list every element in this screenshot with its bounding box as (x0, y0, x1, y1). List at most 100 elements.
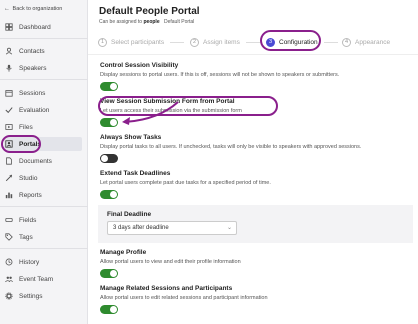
sidebar-item-documents[interactable]: Documents (4, 154, 82, 168)
configuration-highlight-annotation (260, 30, 321, 51)
final-deadline-label: Final Deadline (107, 211, 152, 218)
sidebar-item-label: Settings (19, 292, 43, 300)
back-link-label: Back to organization (12, 6, 63, 12)
setting-title: Manage Profile (100, 249, 147, 256)
setting-title: Manage Related Sessions and Participants (100, 285, 233, 292)
setting-description: Let portal users complete past due tasks… (100, 180, 271, 186)
subtitle-entity: people (143, 19, 160, 25)
setting-title: Extend Task Deadlines (100, 170, 171, 177)
setting-description: Allow portal users to view and edit thei… (100, 259, 241, 265)
toggle-knob (110, 191, 117, 198)
sidebar-item-label: Reports (19, 191, 42, 199)
sidebar-item-label: Speakers (19, 64, 47, 72)
sidebar-item-label: Evaluation (19, 106, 50, 114)
sidebar-item-tags[interactable]: Tags (4, 230, 82, 244)
sidebar-item-speakers[interactable]: Speakers (4, 61, 82, 75)
view-submission-form-toggle[interactable] (100, 118, 118, 127)
sidebar-item-label: Dashboard (19, 23, 51, 31)
gear-icon (4, 291, 14, 301)
sidebar-item-label: Documents (19, 157, 52, 165)
toggle-knob (110, 306, 117, 313)
studio-icon (4, 173, 14, 183)
event-team-icon (4, 274, 14, 284)
manage-related-sessions-toggle[interactable] (100, 305, 118, 314)
chevron-down-icon: ⌄ (226, 225, 232, 231)
sidebar-item-history[interactable]: History (4, 255, 82, 269)
annotation-arrow-icon (122, 101, 179, 125)
dashboard-icon (4, 22, 14, 32)
back-to-organization-link[interactable]: ← Back to organization (4, 6, 62, 12)
page-title: Default People Portal (99, 6, 200, 17)
sidebar-item-studio[interactable]: Studio (4, 171, 82, 185)
sidebar-item-label: Contacts (19, 47, 45, 55)
step-label: Appearance (355, 38, 391, 46)
speakers-icon (4, 63, 14, 73)
header-divider (88, 54, 418, 55)
setting-description: Display portal tasks to all users. If un… (100, 144, 362, 150)
final-deadline-select[interactable]: 3 days after deadline ⌄ (107, 221, 237, 235)
step-number: 2 (190, 37, 199, 47)
step-connector (324, 42, 338, 43)
page-subtitle: Can be assigned to people Default Portal (99, 19, 194, 25)
sidebar-item-event-team[interactable]: Event Team (4, 272, 82, 286)
sidebar-item-label: Event Team (19, 275, 54, 283)
reports-icon (4, 190, 14, 200)
tags-icon (4, 232, 14, 242)
sidebar-item-label: Tags (19, 233, 33, 241)
sidebar-item-sessions[interactable]: Sessions (4, 86, 82, 100)
evaluation-icon (4, 105, 14, 115)
step-number: 4 (342, 37, 351, 47)
subtitle-tag: Default Portal (164, 19, 195, 25)
sidebar-item-label: History (19, 258, 40, 266)
sidebar-item-reports[interactable]: Reports (4, 188, 82, 202)
sidebar-item-label: Studio (19, 174, 38, 182)
history-icon (4, 257, 14, 267)
sidebar-item-settings[interactable]: Settings (4, 289, 82, 303)
sidebar-item-label: Fields (19, 216, 37, 224)
sidebar-divider (0, 206, 88, 207)
step-select-participants[interactable]: 1 Select participants (98, 35, 164, 49)
sidebar-divider (0, 248, 88, 249)
setting-title: Always Show Tasks (100, 134, 162, 141)
sidebar-item-label: Files (19, 123, 33, 131)
setting-description: Allow portal users to edit related sessi… (100, 295, 268, 301)
always-show-tasks-toggle[interactable] (100, 154, 118, 163)
sidebar-item-label: Sessions (19, 89, 46, 97)
step-assign-items[interactable]: 2 Assign items (190, 35, 240, 49)
sidebar-item-files[interactable]: Files (4, 120, 82, 134)
toggle-knob (110, 270, 117, 277)
step-appearance[interactable]: 4 Appearance (342, 35, 390, 49)
step-label: Select participants (111, 38, 165, 46)
setting-description: Display sessions to portal users. If thi… (100, 72, 340, 78)
contacts-icon (4, 46, 14, 56)
step-number: 1 (98, 37, 107, 47)
sidebar-item-fields[interactable]: Fields (4, 213, 82, 227)
portals-highlight-annotation (1, 135, 41, 153)
setting-title: Control Session Visibility (100, 62, 179, 69)
fields-icon (4, 215, 14, 225)
files-icon (4, 122, 14, 132)
final-deadline-panel: Final Deadline 3 days after deadline ⌄ (98, 205, 413, 243)
manage-profile-toggle[interactable] (100, 269, 118, 278)
sidebar-divider (0, 38, 88, 39)
subtitle-prefix: Can be assigned to (99, 19, 143, 25)
step-label: Assign items (203, 38, 240, 46)
back-arrow-icon: ← (4, 6, 10, 12)
sidebar-item-contacts[interactable]: Contacts (4, 44, 82, 58)
toggle-knob (110, 119, 117, 126)
toggle-knob (110, 83, 117, 90)
final-deadline-value: 3 days after deadline (113, 225, 169, 231)
sessions-icon (4, 88, 14, 98)
extend-task-deadlines-toggle[interactable] (100, 190, 118, 199)
control-session-visibility-toggle[interactable] (100, 82, 118, 91)
sidebar: ← Back to organization Dashboard Contact… (0, 0, 88, 324)
step-connector (170, 42, 184, 43)
wizard-steps: 1 Select participants 2 Assign items 3 C… (98, 35, 418, 49)
toggle-knob (101, 155, 108, 162)
sidebar-item-dashboard[interactable]: Dashboard (4, 20, 82, 34)
step-connector (246, 42, 260, 43)
sidebar-item-evaluation[interactable]: Evaluation (4, 103, 82, 117)
documents-icon (4, 156, 14, 166)
sidebar-divider (0, 79, 88, 80)
main-content: Default People Portal Can be assigned to… (88, 0, 418, 324)
